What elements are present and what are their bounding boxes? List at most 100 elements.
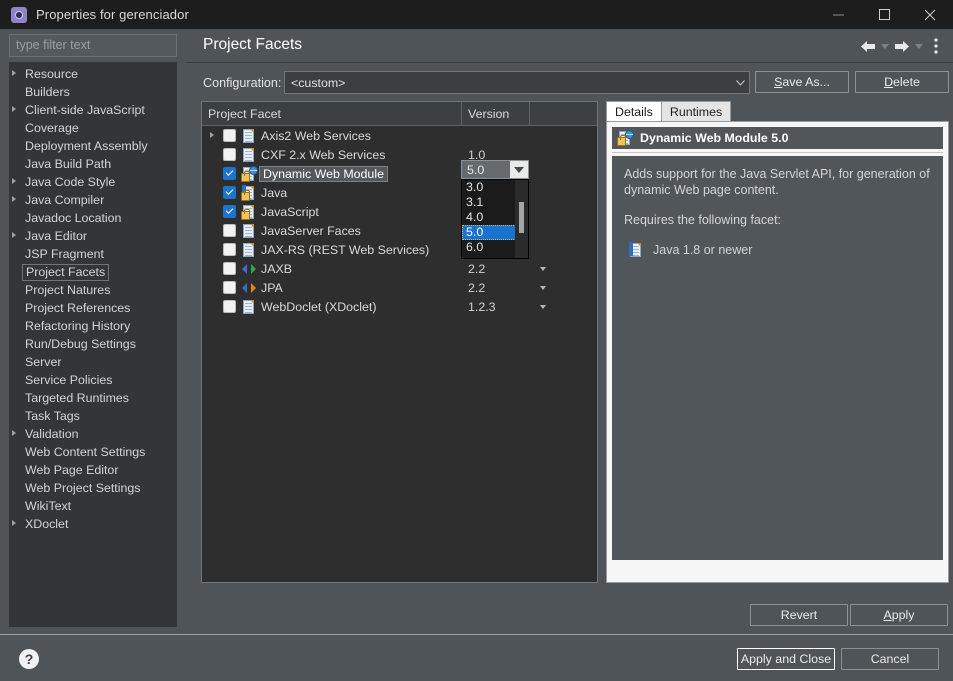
- forward-icon[interactable]: [893, 37, 911, 55]
- column-header-project-facet[interactable]: Project Facet: [202, 102, 462, 125]
- facet-checkbox[interactable]: [223, 148, 236, 161]
- sidebar-item-resource[interactable]: Resource: [9, 65, 177, 83]
- sidebar-item-builders[interactable]: Builders: [9, 83, 177, 101]
- view-menu-icon[interactable]: [927, 37, 945, 55]
- table-row[interactable]: WebDoclet (XDoclet) 1.2.3: [202, 297, 597, 316]
- sidebar-item-javadoc-location[interactable]: Javadoc Location: [9, 209, 177, 227]
- chevron-right-icon[interactable]: [12, 178, 16, 184]
- sidebar-item-project-facets[interactable]: Project Facets: [9, 263, 177, 281]
- facet-checkbox[interactable]: [223, 281, 236, 294]
- tab-details[interactable]: Details: [606, 101, 662, 121]
- sidebar-item-client-side-javascript[interactable]: Client-side JavaScript: [9, 101, 177, 119]
- sidebar-item-project-natures[interactable]: Project Natures: [9, 281, 177, 299]
- column-header-blank[interactable]: [530, 102, 597, 125]
- delete-button[interactable]: Delete: [855, 71, 949, 93]
- facet-checkbox[interactable]: [223, 167, 236, 180]
- chevron-down-icon[interactable]: [510, 161, 528, 178]
- version-option[interactable]: 3.1: [462, 195, 516, 210]
- chevron-right-icon[interactable]: [12, 196, 16, 202]
- tab-runtimes[interactable]: Runtimes: [660, 101, 732, 121]
- facet-checkbox[interactable]: [223, 129, 236, 142]
- chevron-right-icon[interactable]: [12, 520, 16, 526]
- table-row[interactable]: JAX-RS (REST Web Services): [202, 240, 597, 259]
- chevron-right-icon[interactable]: [210, 132, 214, 138]
- forward-dropdown-icon[interactable]: [913, 37, 925, 55]
- help-icon[interactable]: ?: [19, 649, 39, 669]
- facet-checkbox[interactable]: [223, 224, 236, 237]
- chevron-right-icon[interactable]: [12, 232, 16, 238]
- sidebar-item-jsp-fragment[interactable]: JSP Fragment: [9, 245, 177, 263]
- table-row[interactable]: JavaScript: [202, 202, 597, 221]
- facet-checkbox[interactable]: [223, 205, 236, 218]
- sidebar-item-targeted-runtimes[interactable]: Targeted Runtimes: [9, 389, 177, 407]
- facet-version[interactable]: 2.2: [468, 262, 485, 276]
- details-divider: [612, 152, 943, 153]
- version-option[interactable]: 5.0: [462, 225, 516, 240]
- close-button[interactable]: [907, 0, 953, 29]
- sidebar-item-java-compiler[interactable]: Java Compiler: [9, 191, 177, 209]
- sidebar-item-run-debug-settings[interactable]: Run/Debug Settings: [9, 335, 177, 353]
- version-option[interactable]: 3.0: [462, 180, 516, 195]
- sidebar-item-label: Server: [25, 355, 62, 369]
- table-row[interactable]: Java: [202, 183, 597, 202]
- apply-button[interactable]: Apply: [850, 604, 948, 626]
- sidebar-item-java-code-style[interactable]: Java Code Style: [9, 173, 177, 191]
- sidebar-item-project-references[interactable]: Project References: [9, 299, 177, 317]
- facet-name: JavaScript: [261, 204, 319, 219]
- facet-checkbox[interactable]: [223, 186, 236, 199]
- chevron-down-icon[interactable]: [540, 305, 546, 309]
- chevron-right-icon[interactable]: [12, 106, 16, 112]
- version-dropdown-list[interactable]: 3.0 3.1 4.0 5.0 6.0: [461, 179, 529, 259]
- sidebar-item-label: Project Natures: [25, 283, 111, 297]
- sidebar-item-wikitext[interactable]: WikiText: [9, 497, 177, 515]
- scrollbar-thumb[interactable]: [519, 202, 524, 233]
- sidebar-item-web-content-settings[interactable]: Web Content Settings: [9, 443, 177, 461]
- maximize-button[interactable]: [861, 0, 907, 29]
- sidebar-item-coverage[interactable]: Coverage: [9, 119, 177, 137]
- details-heading: Dynamic Web Module 5.0: [640, 131, 789, 145]
- sidebar-item-server[interactable]: Server: [9, 353, 177, 371]
- sidebar-item-web-page-editor[interactable]: Web Page Editor: [9, 461, 177, 479]
- facet-checkbox[interactable]: [223, 243, 236, 256]
- save-as-button[interactable]: Save As...: [755, 71, 849, 93]
- table-row[interactable]: JavaServer Faces: [202, 221, 597, 240]
- back-dropdown-icon[interactable]: [879, 37, 891, 55]
- sidebar-item-java-build-path[interactable]: Java Build Path: [9, 155, 177, 173]
- sidebar-item-label: Javadoc Location: [25, 211, 122, 225]
- sidebar-item-xdoclet[interactable]: XDoclet: [9, 515, 177, 533]
- cancel-button[interactable]: Cancel: [841, 648, 939, 670]
- table-row[interactable]: JPA 2.2: [202, 278, 597, 297]
- configuration-combo[interactable]: <custom>: [284, 71, 750, 94]
- table-row[interactable]: CXF 2.x Web Services 1.0: [202, 145, 597, 164]
- dropdown-scrollbar[interactable]: [515, 180, 528, 258]
- facet-version[interactable]: 1.2.3: [468, 300, 496, 314]
- settings-tree[interactable]: Resource Builders Client-side JavaScript Co…: [9, 62, 177, 627]
- chevron-right-icon[interactable]: [12, 70, 16, 76]
- table-row[interactable]: Dynamic Web Module 5.0: [202, 164, 597, 183]
- version-combo[interactable]: 5.0: [461, 160, 529, 179]
- version-option[interactable]: 6.0: [462, 240, 516, 255]
- sidebar-item-validation[interactable]: Validation: [9, 425, 177, 443]
- facet-checkbox[interactable]: [223, 262, 236, 275]
- column-header-version[interactable]: Version: [462, 102, 530, 125]
- revert-button[interactable]: Revert: [750, 604, 848, 626]
- sidebar-item-deployment-assembly[interactable]: Deployment Assembly: [9, 137, 177, 155]
- chevron-down-icon[interactable]: [540, 267, 546, 271]
- chevron-right-icon[interactable]: [12, 430, 16, 436]
- back-icon[interactable]: [859, 37, 877, 55]
- sidebar-item-refactoring-history[interactable]: Refactoring History: [9, 317, 177, 335]
- project-facet-table[interactable]: Project Facet Version Axis2 Web Services…: [201, 101, 598, 583]
- minimize-button[interactable]: [815, 0, 861, 29]
- facet-version[interactable]: 2.2: [468, 281, 485, 295]
- version-option[interactable]: 4.0: [462, 210, 516, 225]
- sidebar-item-service-policies[interactable]: Service Policies: [9, 371, 177, 389]
- sidebar-item-java-editor[interactable]: Java Editor: [9, 227, 177, 245]
- table-row[interactable]: JAXB 2.2: [202, 259, 597, 278]
- apply-and-close-button[interactable]: Apply and Close: [737, 648, 835, 670]
- facet-checkbox[interactable]: [223, 300, 236, 313]
- sidebar-item-web-project-settings[interactable]: Web Project Settings: [9, 479, 177, 497]
- filter-input[interactable]: type filter text: [9, 34, 177, 57]
- table-row[interactable]: Axis2 Web Services: [202, 126, 597, 145]
- chevron-down-icon[interactable]: [540, 286, 546, 290]
- sidebar-item-task-tags[interactable]: Task Tags: [9, 407, 177, 425]
